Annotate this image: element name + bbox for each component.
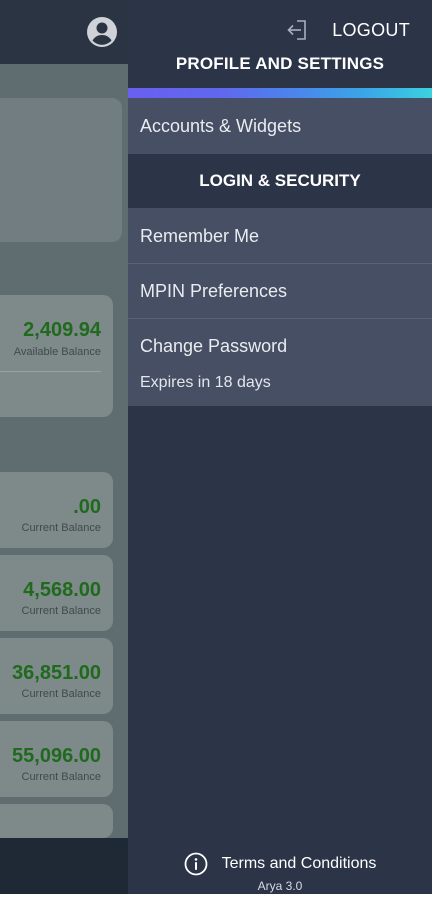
drawer-header: LOGOUT PROFILE AND SETTINGS [128,0,432,88]
account-circle-icon[interactable] [86,16,118,48]
account-card[interactable] [0,804,113,838]
drawer-title: PROFILE AND SETTINGS [175,54,385,73]
logout-icon [287,20,306,40]
account-card[interactable]: .00 Current Balance [0,472,113,548]
balance-amount: 55,096.00 [12,745,101,767]
account-card[interactable]: 2,409.94 Available Balance [0,295,113,417]
app-version: Arya 3.0 [257,879,303,893]
terms-label: Terms and Conditions [221,855,377,872]
password-expiry-text: Expires in 18 days [140,374,271,391]
balance-amount: .00 [73,496,101,518]
logout-button[interactable]: LOGOUT [286,16,410,44]
logout-label: LOGOUT [332,19,410,40]
menu-item-label: Change Password [140,336,288,356]
section-header-login-security: LOGIN & SECURITY [128,154,432,208]
balance-amount: 2,409.94 [23,319,101,341]
balance-caption: Current Balance [21,522,102,534]
menu-item-accounts-widgets[interactable]: Accounts & Widgets [128,98,432,154]
bottom-strip [0,894,432,900]
balance-amount: 4,568.00 [23,579,101,601]
menu-item-mpin-preferences[interactable]: MPIN Preferences [128,264,432,318]
card-divider [0,371,101,372]
balance-caption: Available Balance [13,346,101,358]
menu-item-label: Remember Me [140,226,260,246]
account-card[interactable]: 4,568.00 Current Balance [0,555,113,631]
menu-item-label: Accounts & Widgets [140,116,302,136]
gradient-bar [128,88,432,98]
balance-caption: Current Balance [21,688,102,700]
balance-caption: Current Balance [21,605,102,617]
menu-item-change-password[interactable]: Change Password Expires in 18 days [128,319,432,406]
account-card[interactable]: 55,096.00 Current Balance [0,721,113,797]
navigation-drawer: LOGOUT PROFILE AND SETTINGS Accounts & W… [128,0,432,894]
promo-banner [0,98,122,242]
info-icon [184,852,208,876]
menu-item-remember-me[interactable]: Remember Me [128,208,432,263]
menu-item-label: MPIN Preferences [140,281,288,301]
terms-and-conditions-link[interactable]: Terms and Conditions [128,850,432,878]
account-card[interactable]: 36,851.00 Current Balance [0,638,113,714]
balance-amount: 36,851.00 [12,662,101,684]
balance-caption: Current Balance [21,771,102,783]
section-header-label: LOGIN & SECURITY [199,171,361,190]
